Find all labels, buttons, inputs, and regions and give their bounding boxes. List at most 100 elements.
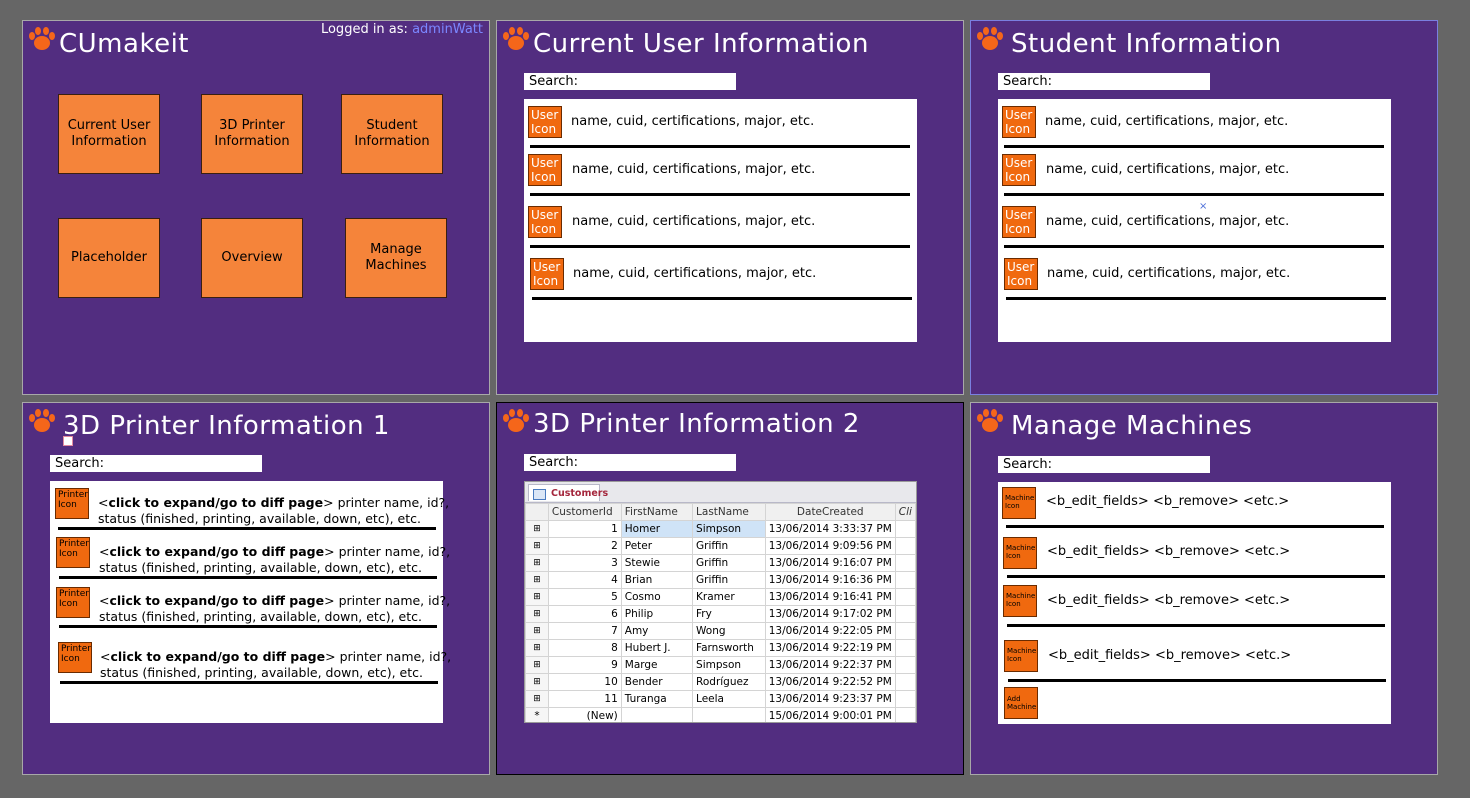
table-row[interactable]: ⊞ 3 Stewie Griffin 13/06/2014 9:16:07 PM bbox=[525, 554, 916, 572]
new-record-label[interactable]: (New) bbox=[547, 707, 622, 722]
table-cell[interactable]: Homer bbox=[620, 520, 694, 538]
overview-button[interactable]: Overview bbox=[201, 218, 303, 298]
table-cell[interactable]: Leela bbox=[692, 690, 766, 708]
table-cell[interactable]: 7 bbox=[547, 622, 622, 640]
table-cell[interactable]: 5 bbox=[547, 588, 622, 606]
column-header[interactable]: FirstName bbox=[620, 503, 694, 521]
table-row[interactable]: ⊞ 11 Turanga Leela 13/06/2014 9:23:37 PM bbox=[525, 690, 916, 708]
table-cell[interactable]: 3 bbox=[547, 554, 622, 572]
table-cell[interactable]: Cosmo bbox=[620, 588, 694, 606]
table-cell[interactable] bbox=[894, 588, 916, 606]
table-cell[interactable] bbox=[894, 690, 916, 708]
3d-printer-information-button[interactable]: 3D Printer Information bbox=[201, 94, 303, 174]
table-cell[interactable] bbox=[894, 571, 916, 589]
manage-machines-button[interactable]: Manage Machines bbox=[345, 218, 447, 298]
student-row-text[interactable]: name, cuid, certifications, major, etc. bbox=[1045, 114, 1288, 129]
machine-row-actions[interactable]: <b_edit_fields> <b_remove> <etc.> bbox=[1047, 593, 1290, 608]
user-row-text[interactable]: name, cuid, certifications, major, etc. bbox=[573, 266, 816, 281]
table-cell[interactable]: 13/06/2014 9:16:36 PM bbox=[764, 571, 896, 589]
table-cell[interactable]: Simpson bbox=[692, 656, 766, 674]
table-cell[interactable]: 13/06/2014 9:22:52 PM bbox=[764, 673, 896, 691]
table-cell[interactable] bbox=[894, 520, 916, 538]
search-input[interactable]: Search: bbox=[50, 455, 262, 472]
table-cell[interactable]: Marge bbox=[620, 656, 694, 674]
table-cell[interactable]: 13/06/2014 9:16:07 PM bbox=[764, 554, 896, 572]
table-cell[interactable]: 4 bbox=[547, 571, 622, 589]
table-row[interactable]: ⊞ 4 Brian Griffin 13/06/2014 9:16:36 PM bbox=[525, 571, 916, 589]
user-row-text[interactable]: name, cuid, certifications, major, etc. bbox=[571, 114, 814, 129]
table-cell[interactable]: Wong bbox=[692, 622, 766, 640]
table-cell[interactable]: 9 bbox=[547, 656, 622, 674]
machine-row-actions[interactable]: <b_edit_fields> <b_remove> <etc.> bbox=[1046, 494, 1289, 509]
expand-icon[interactable]: ⊞ bbox=[525, 622, 549, 640]
table-cell[interactable]: 11 bbox=[547, 690, 622, 708]
table-cell[interactable]: Griffin bbox=[692, 554, 766, 572]
table-cell[interactable]: 6 bbox=[547, 605, 622, 623]
table-row[interactable]: ⊞ 1 Homer Simpson 13/06/2014 3:33:37 PM bbox=[525, 520, 916, 538]
current-user-information-button[interactable]: Current User Information bbox=[58, 94, 160, 174]
checkbox-icon[interactable] bbox=[63, 436, 73, 446]
printer-row-text[interactable]: <click to expand/go to diff page> printe… bbox=[99, 544, 450, 560]
table-cell[interactable] bbox=[894, 707, 916, 722]
table-cell[interactable]: Stewie bbox=[620, 554, 694, 572]
search-input[interactable]: Search: bbox=[524, 454, 736, 471]
logged-in-user[interactable]: adminWatt bbox=[412, 22, 483, 37]
table-cell[interactable]: Simpson bbox=[692, 520, 766, 538]
select-all-cell[interactable] bbox=[525, 503, 549, 521]
expand-icon[interactable]: ⊞ bbox=[525, 690, 549, 708]
expand-icon[interactable]: ⊞ bbox=[525, 537, 549, 555]
printer-row-text[interactable]: <click to expand/go to diff page> printe… bbox=[100, 649, 451, 665]
table-cell[interactable]: 13/06/2014 9:23:37 PM bbox=[764, 690, 896, 708]
table-cell[interactable]: Hubert J. bbox=[620, 639, 694, 657]
table-cell[interactable] bbox=[894, 639, 916, 657]
column-header[interactable]: DateCreated bbox=[764, 503, 896, 521]
table-row[interactable]: ⊞ 8 Hubert J. Farnsworth 13/06/2014 9:22:19 … bbox=[525, 639, 916, 657]
table-cell[interactable]: Farnsworth bbox=[692, 639, 766, 657]
search-input[interactable]: Search: bbox=[998, 73, 1210, 90]
student-row-text[interactable]: name, cuid, certifications, major, etc. bbox=[1047, 266, 1290, 281]
table-cell[interactable] bbox=[894, 605, 916, 623]
column-header[interactable]: CustomerId bbox=[547, 503, 622, 521]
table-cell[interactable]: 2 bbox=[547, 537, 622, 555]
printer-row-text[interactable]: <click to expand/go to diff page> printe… bbox=[99, 593, 450, 609]
table-cell[interactable] bbox=[692, 707, 766, 722]
table-cell[interactable]: Griffin bbox=[692, 537, 766, 555]
table-cell[interactable] bbox=[894, 622, 916, 640]
machine-row-actions[interactable]: <b_edit_fields> <b_remove> <etc.> bbox=[1048, 648, 1291, 663]
printer-row-text[interactable]: <click to expand/go to diff page> printe… bbox=[98, 495, 449, 511]
table-cell[interactable] bbox=[620, 707, 694, 722]
expand-icon[interactable]: ⊞ bbox=[525, 605, 549, 623]
table-cell[interactable]: 13/06/2014 9:16:41 PM bbox=[764, 588, 896, 606]
search-input[interactable]: Search: bbox=[524, 73, 736, 90]
expand-icon[interactable]: ⊞ bbox=[525, 588, 549, 606]
new-record-row[interactable]: * (New) 15/06/2014 9:00:01 PM bbox=[525, 707, 916, 722]
student-row-text[interactable]: name, cuid, certifications, major, etc. bbox=[1046, 162, 1289, 177]
table-cell[interactable]: 13/06/2014 9:09:56 PM bbox=[764, 537, 896, 555]
table-cell[interactable]: 13/06/2014 3:33:37 PM bbox=[764, 520, 896, 538]
table-cell[interactable] bbox=[894, 554, 916, 572]
table-cell[interactable]: 13/06/2014 9:17:02 PM bbox=[764, 605, 896, 623]
table-cell[interactable]: Amy bbox=[620, 622, 694, 640]
table-row[interactable]: ⊞ 7 Amy Wong 13/06/2014 9:22:05 PM bbox=[525, 622, 916, 640]
table-cell[interactable]: 1 bbox=[547, 520, 622, 538]
search-input[interactable]: Search: bbox=[998, 456, 1210, 473]
table-cell[interactable]: Griffin bbox=[692, 571, 766, 589]
expand-icon[interactable]: ⊞ bbox=[525, 656, 549, 674]
user-row-text[interactable]: name, cuid, certifications, major, etc. bbox=[572, 162, 815, 177]
placeholder-button[interactable]: Placeholder bbox=[58, 218, 160, 298]
expand-icon[interactable]: ⊞ bbox=[525, 639, 549, 657]
table-cell[interactable] bbox=[894, 656, 916, 674]
table-cell[interactable]: Kramer bbox=[692, 588, 766, 606]
table-row[interactable]: ⊞ 2 Peter Griffin 13/06/2014 9:09:56 PM bbox=[525, 537, 916, 555]
expand-icon[interactable]: ⊞ bbox=[525, 554, 549, 572]
table-cell[interactable]: 13/06/2014 9:22:19 PM bbox=[764, 639, 896, 657]
table-cell[interactable]: 10 bbox=[547, 673, 622, 691]
column-header[interactable]: LastName bbox=[692, 503, 766, 521]
user-row-text[interactable]: name, cuid, certifications, major, etc. bbox=[572, 214, 815, 229]
add-machine-button[interactable]: Add Machine bbox=[1004, 687, 1038, 719]
table-cell[interactable]: 13/06/2014 9:22:05 PM bbox=[764, 622, 896, 640]
machine-row-actions[interactable]: <b_edit_fields> <b_remove> <etc.> bbox=[1047, 544, 1290, 559]
expand-icon[interactable]: ⊞ bbox=[525, 520, 549, 538]
table-cell[interactable] bbox=[894, 673, 916, 691]
table-cell[interactable]: 15/06/2014 9:00:01 PM bbox=[764, 707, 896, 722]
